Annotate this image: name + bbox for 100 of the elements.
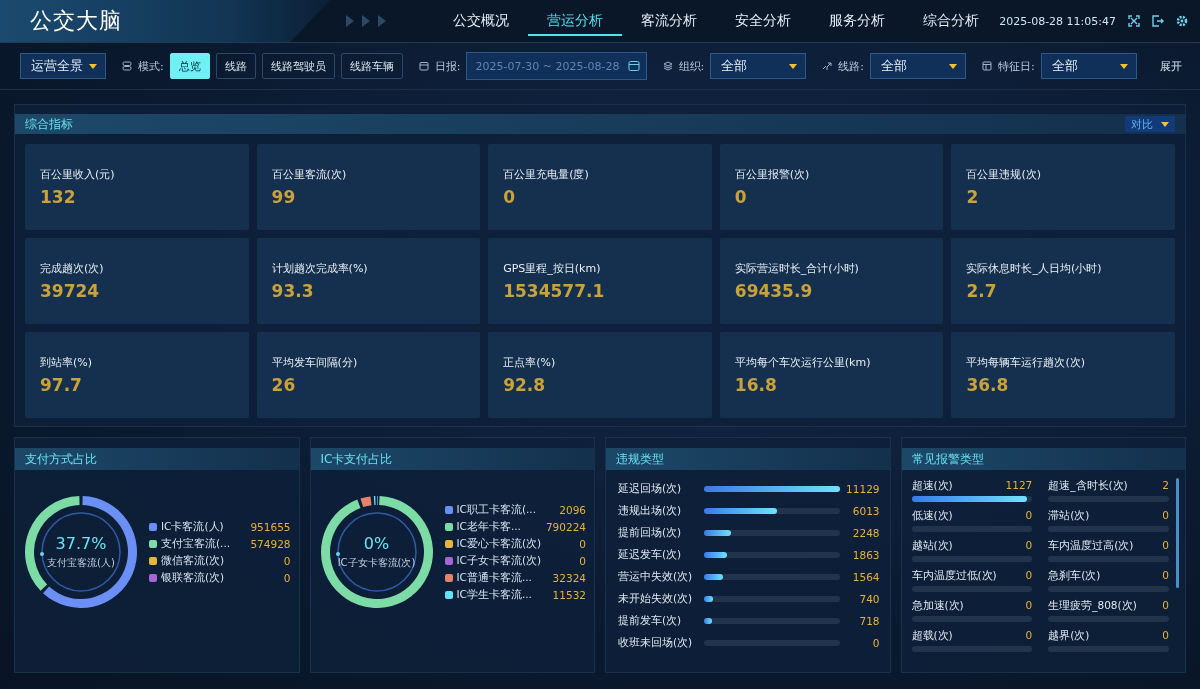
legend-value: 11532 <box>552 588 586 601</box>
bar-value: 0 <box>1025 539 1033 553</box>
bar-value: 0 <box>1162 509 1169 523</box>
metric-value: 97.7 <box>40 375 83 395</box>
calendar-icon <box>981 61 992 71</box>
metric-value: 36.8 <box>966 375 1010 395</box>
metric-value: 132 <box>40 187 77 207</box>
compare-dropdown[interactable]: 对比 <box>1125 116 1175 132</box>
panel-title: 综合指标 <box>25 115 73 133</box>
ring-marker <box>40 552 44 556</box>
metric-value: 99 <box>271 187 297 207</box>
nav-tab[interactable]: 服务分析 <box>810 6 904 36</box>
bar-label: 车内温度过高(次) <box>1048 539 1134 553</box>
nav-tab[interactable]: 公交概况 <box>434 6 528 36</box>
center-label: IC子女卡客流(次) <box>337 556 416 570</box>
metric-label: GPS里程_按日(km) <box>503 261 602 276</box>
center-label: 支付宝客流(人) <box>47 556 115 570</box>
bar-label: 越站(次) <box>911 539 953 553</box>
mode-button[interactable]: 线路 <box>215 53 256 79</box>
metric-value: 0 <box>503 187 517 207</box>
bar-value: 0 <box>1162 569 1169 583</box>
metric-label: 百公里违规(次) <box>966 167 1042 182</box>
bar-label: 违规出场(次) <box>618 503 683 518</box>
metric-value: 0 <box>734 187 748 207</box>
metric-value: 93.3 <box>271 281 315 301</box>
bar-value: 0 <box>871 636 880 649</box>
nav-tab[interactable]: 客流分析 <box>622 6 716 36</box>
nav-tab[interactable]: 营运分析 <box>528 6 622 36</box>
bar-label: 急加速(次) <box>911 599 964 613</box>
datetime: 2025-08-28 11:05:47 <box>999 14 1116 28</box>
legend-value: 0 <box>283 571 291 584</box>
metric-label: 百公里收入(元) <box>40 167 116 182</box>
bar-value: 2 <box>1162 479 1169 493</box>
bar-label: 延迟回场(次) <box>618 481 683 496</box>
bar-label: 低速(次) <box>911 509 953 523</box>
nav-tab[interactable]: 综合分析 <box>904 6 998 36</box>
day-type-label: 特征日: <box>997 58 1035 74</box>
settings-icon[interactable] <box>1176 15 1188 27</box>
bar-value: 0 <box>1025 569 1033 583</box>
metric-label: 实际休息时长_人日均(小时) <box>966 261 1103 276</box>
panel-title: IC卡支付占比 <box>320 450 393 468</box>
legend-label: IC爱心卡客流(次) <box>456 536 542 551</box>
route-dropdown[interactable]: 全部 <box>869 53 966 79</box>
org-dropdown[interactable]: 全部 <box>710 53 807 79</box>
legend-value: 951655 <box>250 520 291 533</box>
metric-label: 百公里报警(次) <box>734 167 811 182</box>
date-label: 日报: <box>434 58 461 74</box>
app-title: 公交大脑 <box>30 7 122 35</box>
bar-label: 急刹车(次) <box>1048 569 1101 583</box>
mode-button[interactable]: 线路驾驶员 <box>261 53 335 79</box>
calendar-icon <box>418 61 429 71</box>
bar-label: 未开始失效(次) <box>618 591 694 606</box>
logout-icon[interactable] <box>1152 15 1164 27</box>
layers-icon <box>122 61 132 71</box>
metric-value: 2 <box>966 187 980 207</box>
metric-label: 百公里充电量(度) <box>503 167 590 182</box>
bar-value: 11129 <box>845 482 880 495</box>
bar-label: 收班未回场(次) <box>618 635 694 650</box>
bar-value: 1127 <box>1005 479 1033 493</box>
nav-tab[interactable]: 安全分析 <box>716 6 810 36</box>
caret-icon <box>1119 63 1128 69</box>
legend-label: IC普通卡客流... <box>456 570 532 585</box>
bar-value: 2248 <box>851 526 880 539</box>
legend-label: IC老年卡客... <box>456 519 521 534</box>
bar-value: 0 <box>1162 629 1169 643</box>
scrollbar[interactable] <box>1176 478 1179 588</box>
mode-button[interactable]: 总览 <box>169 53 210 79</box>
bar-label: 提前发车(次) <box>618 613 683 628</box>
fullscreen-icon[interactable] <box>1128 15 1140 27</box>
metric-value: 1534577.1 <box>503 281 606 301</box>
panel-title: 支付方式占比 <box>25 450 97 468</box>
bar-value: 718 <box>858 614 880 627</box>
legend-value: 574928 <box>250 537 291 550</box>
bar-value: 0 <box>1025 599 1033 613</box>
legend-label: IC学生卡客流... <box>456 587 532 602</box>
caret-icon <box>948 63 957 69</box>
bar-value: 0 <box>1162 599 1169 613</box>
legend-value: 790224 <box>545 520 586 533</box>
metric-label: 平均发车间隔(分) <box>271 355 359 370</box>
bar-label: 提前回场(次) <box>618 525 683 540</box>
bar-label: 延迟发车(次) <box>618 547 683 562</box>
legend-label: 银联客流(次) <box>161 570 225 585</box>
metric-value: 69435.9 <box>734 281 814 301</box>
day-type-dropdown[interactable]: 全部 <box>1040 53 1137 79</box>
metric-value: 2.7 <box>966 281 998 301</box>
panel-title: 常见报警类型 <box>911 450 984 468</box>
legend-label: IC职工卡客流(... <box>456 502 537 517</box>
metric-value: 92.8 <box>503 375 547 395</box>
legend-value: 0 <box>283 554 291 567</box>
mode-button[interactable]: 线路车辆 <box>340 53 403 79</box>
metric-label: 百公里客流(次) <box>271 167 348 182</box>
expand-link[interactable]: 展开 <box>1160 58 1182 74</box>
bar-label: 超速(次) <box>911 479 953 493</box>
bar-value: 740 <box>858 592 880 605</box>
legend-label: 微信客流(次) <box>161 553 225 568</box>
calendar-icon <box>627 60 640 72</box>
scene-dropdown[interactable]: 运营全景 <box>20 53 106 79</box>
metric-label: 实际营运时长_合计(小时) <box>734 261 860 276</box>
legend-value: 0 <box>579 537 586 550</box>
bar-value: 0 <box>1025 509 1033 523</box>
